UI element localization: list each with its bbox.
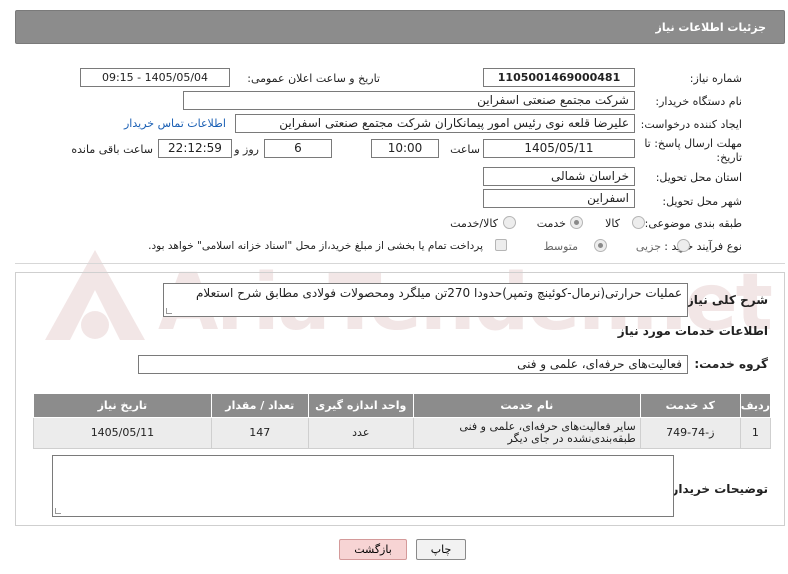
col-unit-header: واحد اندازه گیری — [307, 393, 414, 418]
need-number-field[interactable]: 1105001469000481 — [483, 68, 635, 87]
treasury-note: پرداخت تمام یا بخشی از مبلغ خرید،از محل … — [148, 240, 483, 252]
col-code-header: کد خدمت — [639, 393, 741, 418]
treasury-checkbox[interactable] — [495, 239, 507, 251]
need-number-label: شماره نیاز: — [689, 72, 742, 85]
cell-row-number: 1 — [739, 417, 772, 449]
service-group-label: گروه خدمت: — [694, 357, 768, 371]
deadline-date-label: تاریخ: — [716, 151, 742, 164]
process-option-minor: جزیی — [635, 240, 661, 253]
resize-grip-icon[interactable] — [55, 508, 61, 514]
print-button[interactable]: چاپ — [416, 539, 466, 560]
col-row-header: ردیف — [739, 393, 772, 418]
city-label: شهر محل تحویل: — [662, 195, 742, 208]
divider — [15, 263, 785, 264]
province-field[interactable]: خراسان شمالی — [483, 167, 635, 186]
requester-field[interactable]: علیرضا قلعه نوی رئیس امور پیمانکاران شرک… — [235, 114, 635, 133]
process-radio-medium[interactable] — [594, 239, 607, 252]
requester-label: ایجاد کننده درخواست: — [640, 118, 742, 131]
cell-need-date: 1405/05/11 — [33, 417, 212, 449]
announce-datetime-label: تاریخ و ساعت اعلان عمومی: — [247, 72, 380, 85]
back-button[interactable]: بازگشت — [339, 539, 407, 560]
page-title: جزئیات اطلاعات نیاز — [655, 21, 767, 34]
deadline-time-field[interactable]: 10:00 — [371, 139, 439, 158]
resize-grip-icon[interactable] — [166, 308, 172, 314]
description-label: شرح کلی نیاز: — [682, 293, 768, 307]
buyer-contact-link[interactable]: اطلاعات تماس خریدار — [124, 117, 226, 130]
category-label: طبقه بندی موضوعی: — [644, 217, 742, 230]
col-name-header: نام خدمت — [412, 393, 641, 418]
category-radio-goods-service[interactable] — [503, 216, 516, 229]
category-radio-service[interactable] — [570, 216, 583, 229]
table-header-row: ردیف کد خدمت نام خدمت واحد اندازه گیری ت… — [33, 393, 772, 418]
panel-header: جزئیات اطلاعات نیاز — [15, 10, 785, 44]
service-group-field[interactable]: فعالیت‌های حرفه‌ای، علمی و فنی — [138, 355, 688, 374]
category-option-goods-service: کالا/خدمت — [450, 217, 498, 230]
deadline-date-field[interactable]: 1405/05/11 — [483, 139, 635, 158]
buyer-notes-label: توضیحات خریدار: — [666, 482, 768, 496]
buyer-org-field[interactable]: شرکت مجتمع صنعتی اسفراین — [183, 91, 635, 110]
col-qty-header: تعداد / مقدار — [210, 393, 309, 418]
remaining-time-field[interactable]: 22:12:59 — [158, 139, 232, 158]
province-label: استان محل تحویل: — [655, 171, 742, 184]
remaining-time-label: ساعت باقی مانده — [71, 143, 153, 156]
table-row[interactable]: 1 ز-74-749 سایر فعالیت‌های حرفه‌ای، علمی… — [33, 417, 772, 449]
cell-service-name: سایر فعالیت‌های حرفه‌ای، علمی و فنی طبقه… — [412, 417, 641, 449]
announce-datetime-field[interactable]: 1405/05/04 - 09:15 — [80, 68, 230, 87]
category-option-goods: کالا — [605, 217, 620, 230]
remaining-days-field[interactable]: 6 — [264, 139, 332, 158]
cell-quantity: 147 — [210, 417, 309, 449]
buyer-notes-field[interactable] — [52, 455, 674, 517]
cell-service-code: ز-74-749 — [639, 417, 741, 449]
description-text: عملیات حرارتی(نرمال-کوئینچ وتمپر)حدودا 2… — [195, 286, 682, 300]
services-section-title: اطلاعات خدمات مورد نیاز — [617, 324, 768, 338]
process-label: نوع فرآیند خرید : — [664, 240, 742, 253]
col-date-header: تاریخ نیاز — [33, 393, 212, 418]
process-radio-minor[interactable] — [677, 239, 690, 252]
cell-unit: عدد — [307, 417, 414, 449]
deadline-time-label: ساعت — [450, 143, 480, 156]
deadline-label: مهلت ارسال پاسخ: تا — [644, 137, 742, 150]
buyer-org-label: نام دستگاه خریدار: — [655, 95, 742, 108]
category-option-service: خدمت — [536, 217, 566, 230]
city-field[interactable]: اسفراین — [483, 189, 635, 208]
services-table: ردیف کد خدمت نام خدمت واحد اندازه گیری ت… — [33, 393, 772, 449]
category-radio-goods[interactable] — [632, 216, 645, 229]
process-option-medium: متوسط — [543, 240, 578, 253]
days-label: روز و — [234, 143, 259, 156]
description-field[interactable]: عملیات حرارتی(نرمال-کوئینچ وتمپر)حدودا 2… — [163, 283, 688, 317]
